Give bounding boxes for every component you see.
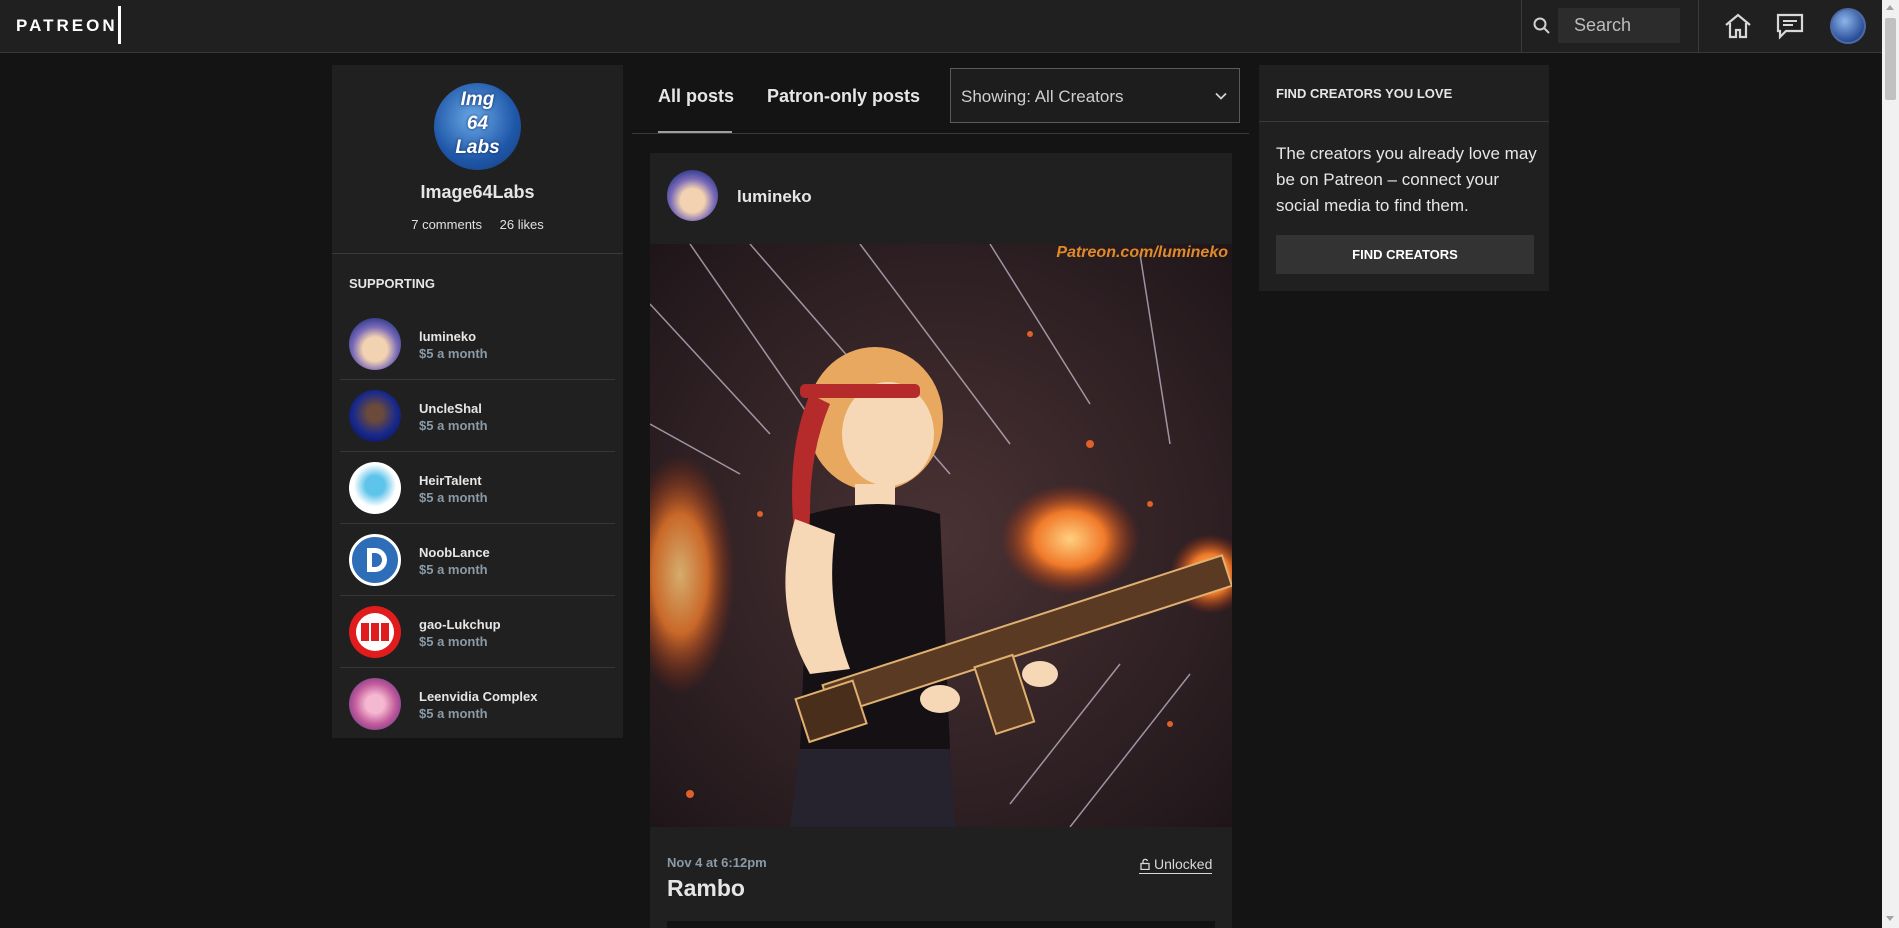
- home-icon[interactable]: [1722, 10, 1754, 42]
- creator-avatar: [349, 462, 401, 514]
- pledge-amount: $5 a month: [419, 562, 488, 577]
- post-card: lumineko Patreon.com/lumineko Nov 4 at 6…: [650, 153, 1232, 928]
- pledge-amount: $5 a month: [419, 634, 488, 649]
- page-scrollbar[interactable]: [1882, 0, 1899, 928]
- creator-avatar: [349, 318, 401, 370]
- user-avatar[interactable]: [1830, 8, 1866, 44]
- creator-name: gao-Lukchup: [419, 617, 501, 632]
- profile-avatar[interactable]: Img 64 Labs: [434, 83, 521, 170]
- pledge-amount: $5 a month: [419, 418, 488, 433]
- creator-name: UncleShal: [419, 401, 482, 416]
- creator-avatar: [349, 606, 401, 658]
- supporting-list: lumineko $5 a month UncleShal $5 a month…: [340, 308, 615, 740]
- find-creators-button[interactable]: FIND CREATORS: [1276, 235, 1534, 274]
- scroll-up-arrow[interactable]: [1886, 5, 1894, 10]
- scroll-down-arrow[interactable]: [1886, 916, 1894, 921]
- pledge-amount: $5 a month: [419, 346, 488, 361]
- filter-selected-value: Showing: All Creators: [961, 87, 1124, 106]
- creator-avatar: [349, 678, 401, 730]
- post-date[interactable]: Nov 4 at 6:12pm: [667, 855, 767, 870]
- supporting-item-leenvidia-complex[interactable]: Leenvidia Complex $5 a month: [340, 668, 615, 740]
- unlock-icon: [1140, 858, 1150, 871]
- creator-name: Leenvidia Complex: [419, 689, 538, 704]
- creator-name: NoobLance: [419, 545, 490, 560]
- search-input[interactable]: [1558, 8, 1680, 43]
- divider: [1259, 121, 1549, 122]
- messages-icon[interactable]: [1774, 10, 1806, 42]
- avatar-text-line: Img: [460, 89, 495, 110]
- avatar-text-line: 64: [466, 113, 489, 134]
- post-creator-name[interactable]: lumineko: [737, 187, 812, 207]
- chevron-down-icon: [1215, 92, 1227, 100]
- likes-count[interactable]: 26 likes: [500, 217, 544, 232]
- find-creators-description: The creators you already love may be on …: [1276, 144, 1537, 215]
- scroll-thumb[interactable]: [1885, 18, 1896, 100]
- unlocked-status[interactable]: Unlocked: [1139, 856, 1213, 874]
- creator-name: HeirTalent: [419, 473, 482, 488]
- nooblance-logo-icon: [367, 548, 387, 572]
- creator-name: lumineko: [419, 329, 477, 344]
- creator-avatar: [349, 534, 401, 586]
- comments-count[interactable]: 7 comments: [411, 217, 482, 232]
- supporting-item-heirtalent[interactable]: HeirTalent $5 a month: [340, 452, 615, 524]
- post-creator-avatar[interactable]: [667, 170, 718, 221]
- find-creators-panel: FIND CREATORS YOU LOVE The creators you …: [1259, 65, 1549, 291]
- supporting-item-uncleshal[interactable]: UncleShal $5 a month: [340, 380, 615, 452]
- tab-patron-only-posts[interactable]: Patron-only posts: [767, 86, 920, 107]
- search-area: [1521, 0, 1699, 53]
- creator-filter-dropdown[interactable]: Showing: All Creators: [950, 68, 1240, 123]
- supporting-item-lumineko[interactable]: lumineko $5 a month: [340, 308, 615, 380]
- gao-logo-icon: [356, 613, 394, 651]
- unlocked-label: Unlocked: [1154, 856, 1213, 872]
- tab-all-posts[interactable]: All posts: [658, 86, 734, 107]
- patreon-logo[interactable]: PATREON: [16, 16, 118, 36]
- post-title[interactable]: Rambo: [667, 875, 745, 902]
- search-icon[interactable]: [1532, 16, 1552, 36]
- pledge-amount: $5 a month: [419, 706, 488, 721]
- next-post-image-preview: [667, 921, 1215, 928]
- active-tab-indicator: [658, 131, 732, 133]
- supporting-item-nooblance[interactable]: NoobLance $5 a month: [340, 524, 615, 596]
- divider: [332, 253, 623, 254]
- supporting-heading: SUPPORTING: [349, 276, 435, 291]
- image-watermark: Patreon.com/lumineko: [1056, 244, 1228, 261]
- profile-name[interactable]: Image64Labs: [332, 182, 623, 203]
- profile-stats: 7 comments 26 likes: [332, 217, 623, 232]
- find-creators-heading: FIND CREATORS YOU LOVE: [1276, 86, 1453, 101]
- avatar-text-line: Labs: [455, 137, 500, 158]
- pledge-amount: $5 a month: [419, 490, 488, 505]
- post-artwork: [650, 244, 1232, 827]
- profile-sidebar: Img 64 Labs Image64Labs 7 comments 26 li…: [332, 65, 623, 738]
- creator-avatar: [349, 390, 401, 442]
- post-image[interactable]: Patreon.com/lumineko: [650, 244, 1232, 827]
- supporting-item-gao-lukchup[interactable]: gao-Lukchup $5 a month: [340, 596, 615, 668]
- top-navigation-bar: PATREON: [0, 0, 1882, 53]
- logo-divider: [118, 6, 121, 44]
